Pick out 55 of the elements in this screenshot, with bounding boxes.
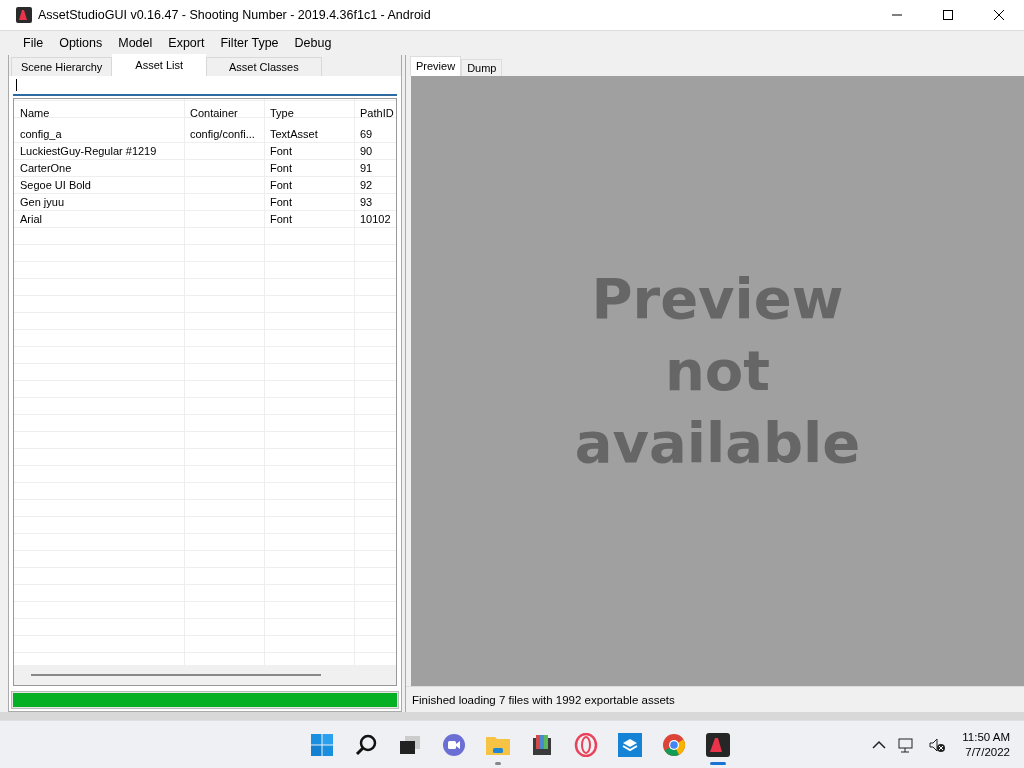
video-chat-icon[interactable] — [442, 732, 466, 757]
table-cell-text: 10102 — [359, 211, 392, 227]
app-logo-icon[interactable] — [706, 732, 730, 757]
column-header[interactable]: Type — [264, 101, 354, 125]
menu-item[interactable]: Debug — [286, 34, 340, 52]
table-cell-text: Font — [269, 194, 293, 210]
table-cell-text: 90 — [359, 143, 374, 159]
clock-date[interactable]: 7/7/2022 — [965, 744, 1010, 760]
table-cell-text: Font — [269, 160, 293, 176]
table-cell-text: Font — [269, 211, 293, 227]
status-text: Finished loading 7 files with 1992 exportable assets — [412, 693, 675, 706]
clock-time[interactable]: 11:50 AM — [962, 729, 1010, 745]
menu-item[interactable]: Export — [160, 34, 213, 52]
filter-field[interactable] — [13, 76, 397, 96]
table-cell-text: Arial — [19, 211, 43, 227]
tab[interactable]: Asset Classes — [206, 57, 322, 76]
column-header[interactable]: Name — [14, 101, 184, 125]
table-cell-text: Segoe UI Bold — [19, 177, 92, 193]
table-cell-text: CarterOne — [19, 160, 73, 176]
menu-item[interactable]: Filter Type — [212, 34, 287, 52]
table-cell-text: Gen jyuu — [19, 194, 66, 210]
tab[interactable]: Preview — [410, 56, 462, 76]
tab[interactable]: Asset List — [112, 54, 206, 76]
table-cell-text: 69 — [359, 126, 374, 142]
scrollbar-thumb[interactable] — [31, 674, 321, 676]
table-cell-text: Font — [269, 177, 293, 193]
app-logo-icon — [16, 7, 32, 23]
table-cell-text: LuckiestGuy-Regular #1219 — [19, 143, 158, 159]
table-cell-text: Font — [269, 143, 293, 159]
menu-item[interactable]: File — [15, 34, 52, 52]
table-cell-text: 93 — [359, 194, 374, 210]
menu-item[interactable]: Model — [110, 34, 161, 52]
search-icon[interactable] — [354, 732, 378, 757]
tab[interactable]: Scene Hierarchy — [11, 57, 113, 76]
close-icon[interactable] — [993, 9, 1005, 21]
archive-icon[interactable] — [530, 732, 554, 757]
maximize-icon[interactable] — [942, 9, 954, 21]
table-cell-text: 92 — [359, 177, 374, 193]
table-cell-text: config/confi... — [189, 126, 256, 142]
windows-start-icon[interactable] — [310, 732, 334, 757]
table-cell-text: TextAsset — [269, 126, 319, 142]
column-header[interactable]: Container — [184, 101, 264, 125]
chevron-up-icon[interactable] — [872, 739, 887, 750]
opera-icon[interactable] — [574, 732, 598, 757]
box-icon[interactable] — [618, 732, 642, 757]
window-title: AssetStudioGUI v0.16.47 - Shooting Number - 2019.4.36f1c1 - Android — [38, 8, 431, 22]
table-cell-text: config_a — [19, 126, 63, 142]
chrome-icon[interactable] — [662, 732, 686, 757]
tab[interactable]: Dump — [461, 59, 503, 76]
menu-item[interactable]: Options — [51, 34, 111, 52]
task-view-icon[interactable] — [399, 734, 421, 755]
table-cell-text: 91 — [359, 160, 374, 176]
speaker-muted-icon[interactable] — [928, 736, 947, 753]
column-header[interactable]: PathID — [354, 101, 396, 125]
preview-message: Preview not available — [573, 265, 862, 477]
